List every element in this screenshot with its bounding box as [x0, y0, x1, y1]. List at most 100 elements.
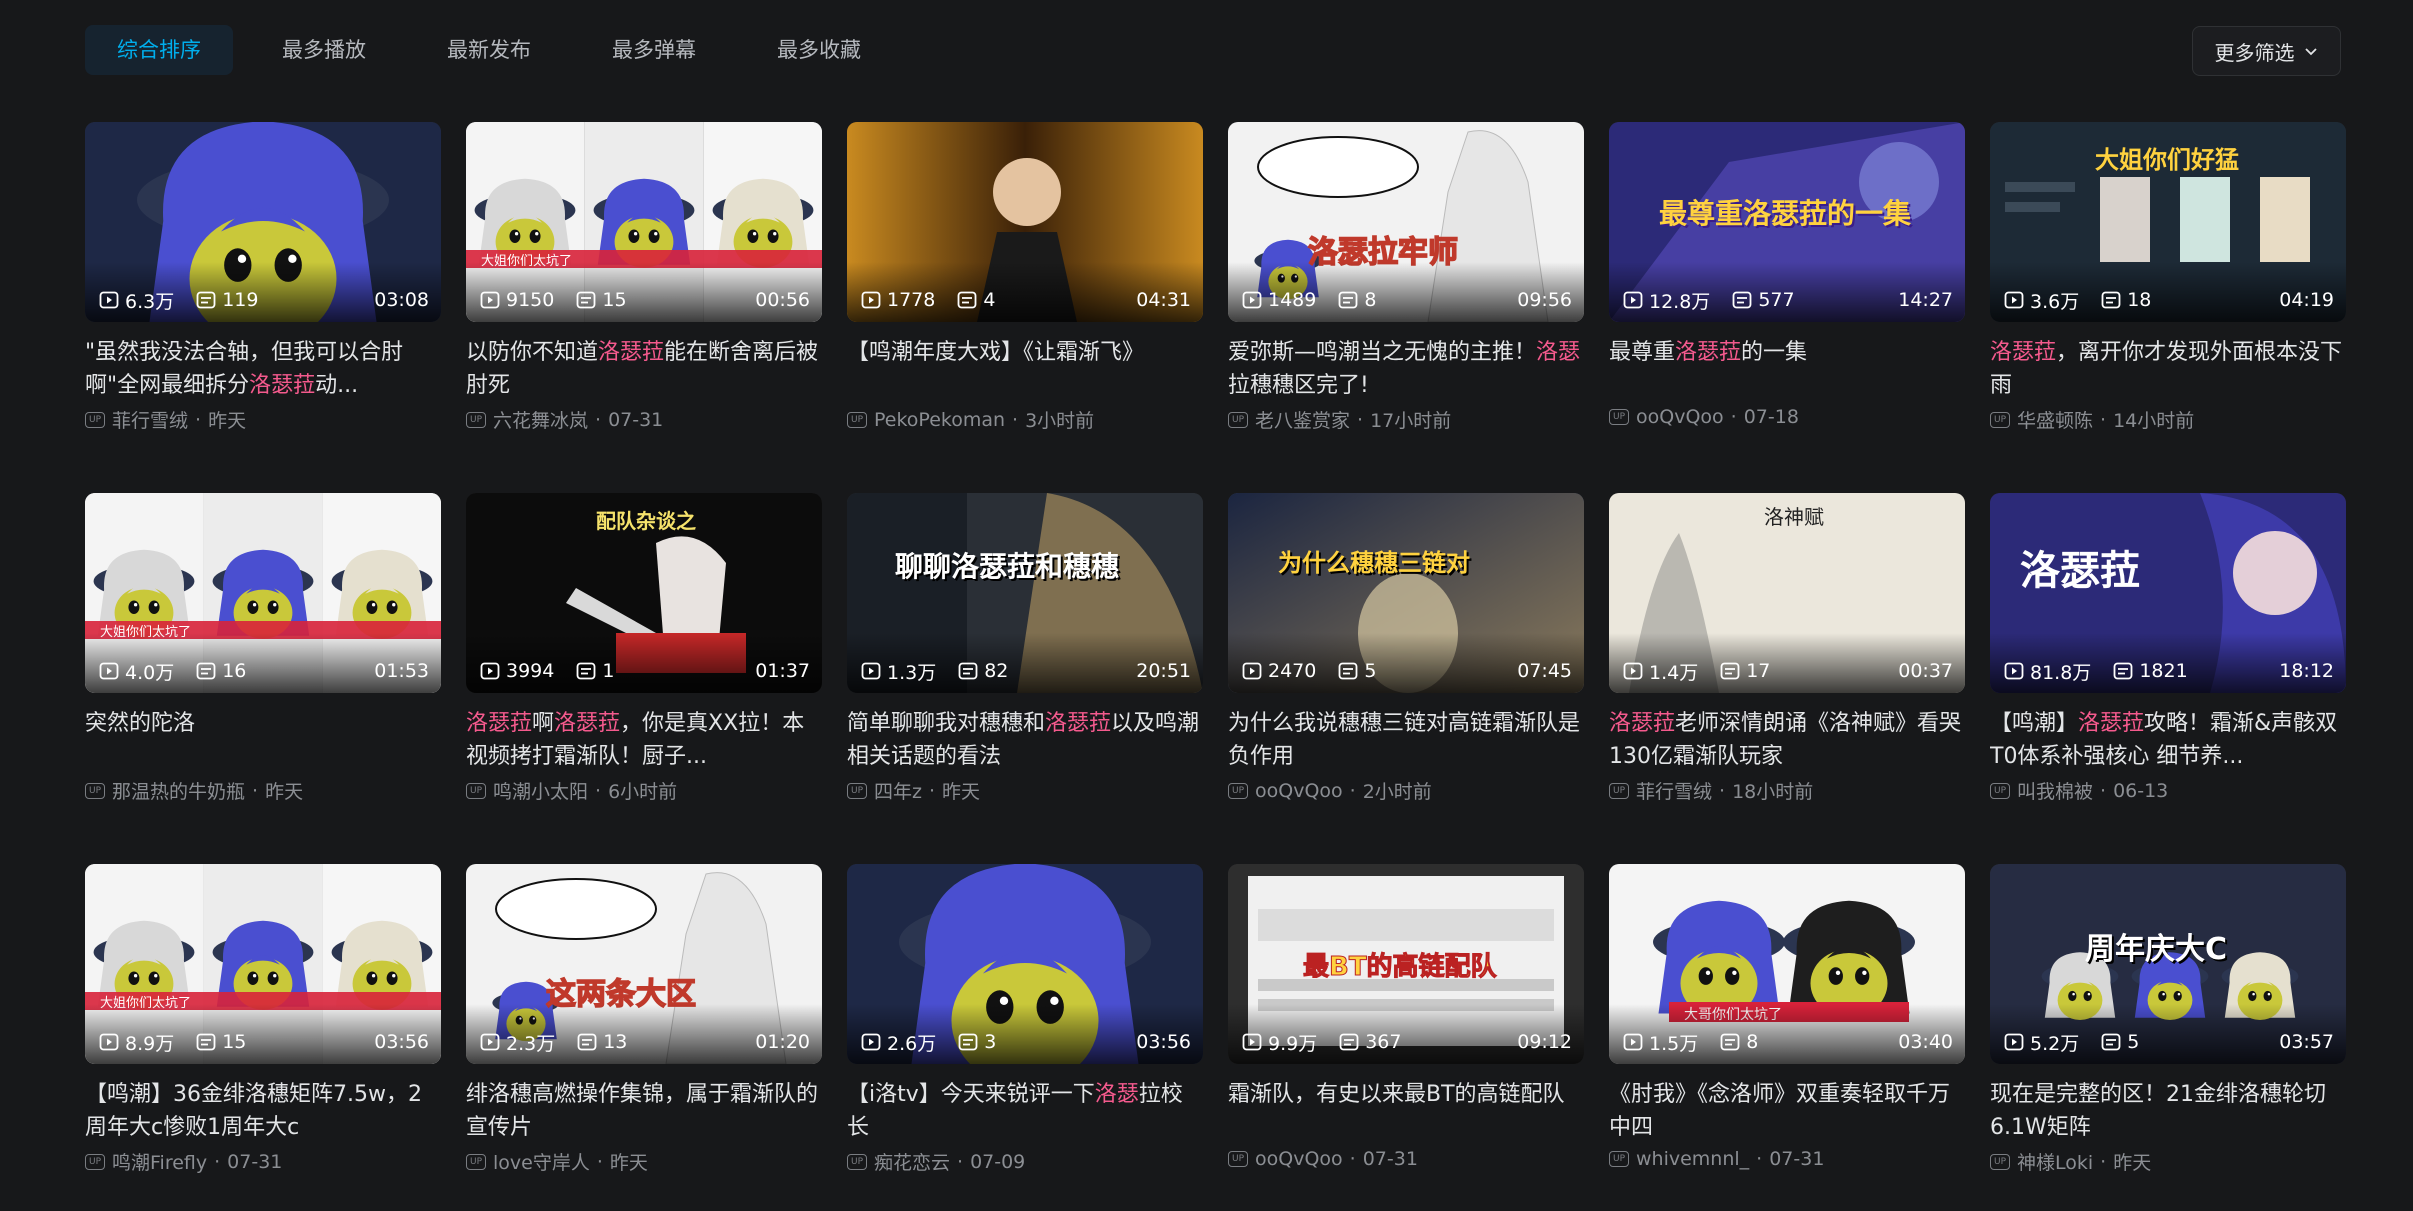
danmaku-count: 17: [1720, 660, 1770, 682]
video-card[interactable]: 6.3万 119 03:08 "虽然我没法合轴，但我可以合肘啊"全网最细拆分洛瑟…: [85, 122, 441, 493]
video-card[interactable]: 大姐你们太坑了 8.9万 15 03:56 【鸣潮】36金绯洛穗矩阵7.5w，2…: [85, 864, 441, 1211]
video-thumbnail[interactable]: 大哥你们太坑了 1.5万 8 03:40: [1609, 864, 1965, 1064]
video-card[interactable]: 为什么穗穗三链对 2470 5 07:45 为什么我说穗穗三链对高链霜渐队是负作…: [1228, 493, 1584, 864]
play-count-icon: [99, 291, 119, 309]
video-title[interactable]: 【鸣潮年度大戏】《让霜渐飞》: [847, 336, 1203, 402]
video-title[interactable]: 霜渐队，有史以来最BT的高链配队: [1228, 1078, 1584, 1144]
uploader-name[interactable]: 六花舞冰岚: [493, 406, 588, 433]
video-thumbnail[interactable]: 大姐你们太坑了 4.0万 16 01:53: [85, 493, 441, 693]
uploader-name[interactable]: ooQvQoo: [1255, 1148, 1343, 1170]
video-thumbnail[interactable]: 最尊重洛瑟菈的一集 12.8万 577 14:27: [1609, 122, 1965, 322]
separator-dot: ·: [1012, 408, 1019, 431]
video-title[interactable]: 洛瑟菈，离开你才发现外面根本没下雨: [1990, 336, 2346, 402]
uploader-name[interactable]: whivemnnl_: [1636, 1148, 1749, 1170]
uploader-name[interactable]: 菲行雪绒: [1636, 777, 1712, 804]
video-thumbnail[interactable]: 聊聊洛瑟菈和穗穗 1.3万 82 20:51: [847, 493, 1203, 693]
video-title[interactable]: 以防你不知道洛瑟菈能在断舍离后被肘死: [466, 336, 822, 402]
tab-most-danmaku[interactable]: 最多弹幕: [580, 25, 728, 75]
tab-most-played[interactable]: 最多播放: [250, 25, 398, 75]
video-thumbnail[interactable]: 1778 4 04:31: [847, 122, 1203, 322]
uploader-name[interactable]: 老八鉴赏家: [1255, 406, 1350, 433]
uploader-name[interactable]: 那温热的牛奶瓶: [112, 777, 245, 804]
video-title[interactable]: 【i洛tv】今天来锐评一下洛瑟拉校长: [847, 1078, 1203, 1144]
video-title[interactable]: 【鸣潮】洛瑟菈攻略！霜渐&声骸双T0体系补强核心 细节养...: [1990, 707, 2346, 773]
video-title[interactable]: 【鸣潮】36金绯洛穗矩阵7.5w，2周年大c惨败1周年大c: [85, 1078, 441, 1144]
video-title[interactable]: 绯洛穗高燃操作集锦，属于霜渐队的宣传片: [466, 1078, 822, 1144]
video-stats: 1.4万 17 00:37: [1623, 659, 1953, 684]
uploader-name[interactable]: 痴花恋云: [874, 1148, 950, 1175]
video-thumbnail[interactable]: 为什么穗穗三链对 2470 5 07:45: [1228, 493, 1584, 693]
uploader-name[interactable]: ooQvQoo: [1636, 406, 1724, 428]
video-card[interactable]: 洛瑟菈 81.8万 1821 18:12 【鸣潮】洛瑟菈攻略！霜渐&声骸双T0体…: [1990, 493, 2346, 864]
uploader-name[interactable]: 鸣潮小太阳: [493, 777, 588, 804]
video-title[interactable]: 突然的陀洛: [85, 707, 441, 773]
video-thumbnail[interactable]: 大姐你们太坑了 8.9万 15 03:56: [85, 864, 441, 1064]
video-card[interactable]: 大姐你们太坑了 9150 15 00:56 以防你不知道洛瑟菈能在断舍离后被肘死…: [466, 122, 822, 493]
uploader-name[interactable]: PekoPekoman: [874, 409, 1005, 431]
video-card[interactable]: 最BT的高链配队 9.9万 367 09:12 霜渐队，有史以来最BT的高链配队…: [1228, 864, 1584, 1211]
uploader-name[interactable]: ooQvQoo: [1255, 780, 1343, 802]
video-card[interactable]: 2.6万 3 03:56 【i洛tv】今天来锐评一下洛瑟拉校长 UP 痴花恋云 …: [847, 864, 1203, 1211]
thumbnail-caption: 大姐你们好猛: [2095, 146, 2239, 174]
uploader-name[interactable]: 鸣潮Firefly: [112, 1148, 207, 1175]
video-title[interactable]: 洛瑟菈老师深情朗诵《洛神赋》看哭130亿霜渐队玩家: [1609, 707, 1965, 773]
video-card[interactable]: 最尊重洛瑟菈的一集 12.8万 577 14:27 最尊重洛瑟菈的一集 UP o…: [1609, 122, 1965, 493]
play-count-value: 9.9万: [1268, 1032, 1318, 1055]
video-stats: 3994 1 01:37: [480, 659, 810, 683]
video-card[interactable]: 大姐你们太坑了 4.0万 16 01:53 突然的陀洛 UP 那温热的牛奶瓶 ·…: [85, 493, 441, 864]
uploader-name[interactable]: 神様Loki: [2017, 1148, 2093, 1175]
video-card[interactable]: 大姐你们好猛 3.6万 18 04:19 洛瑟菈，离开你才发现外面根本没下雨 U…: [1990, 122, 2346, 493]
video-thumbnail[interactable]: 洛神赋 1.4万 17 00:37: [1609, 493, 1965, 693]
video-thumbnail[interactable]: 洛瑟菈 81.8万 1821 18:12: [1990, 493, 2346, 693]
video-card[interactable]: 聊聊洛瑟菈和穗穗 1.3万 82 20:51 简单聊聊我对穗穗和洛瑟菈以及鸣潮相…: [847, 493, 1203, 864]
video-thumbnail[interactable]: 配队杂谈之 3994 1 01:37: [466, 493, 822, 693]
video-thumbnail[interactable]: 这两条大区 2.3万 13 01:20: [466, 864, 822, 1064]
video-thumbnail[interactable]: 6.3万 119 03:08: [85, 122, 441, 322]
separator-dot: ·: [1719, 779, 1726, 802]
uploader-name[interactable]: 四年z: [874, 777, 922, 804]
uploader-icon: UP: [1228, 411, 1248, 428]
tab-newest[interactable]: 最新发布: [415, 25, 563, 75]
video-thumbnail[interactable]: 大姐你们太坑了 9150 15 00:56: [466, 122, 822, 322]
video-thumbnail[interactable]: 2.6万 3 03:56: [847, 864, 1203, 1064]
video-thumbnail[interactable]: 洛瑟拉牢师 1489 8 09:56: [1228, 122, 1584, 322]
video-title[interactable]: 最尊重洛瑟菈的一集: [1609, 336, 1965, 402]
video-title[interactable]: 洛瑟菈啊洛瑟菈，你是真XX拉！本视频拷打霜渐队！厨子...: [466, 707, 822, 773]
danmaku-count: 18: [2101, 289, 2151, 311]
danmaku-count-value: 82: [984, 660, 1009, 682]
video-card[interactable]: 1778 4 04:31 【鸣潮年度大戏】《让霜渐飞》 UP PekoPekom…: [847, 122, 1203, 493]
uploader-name[interactable]: 菲行雪绒: [112, 406, 188, 433]
danmaku-count-value: 577: [1758, 289, 1795, 311]
video-thumbnail[interactable]: 大姐你们好猛 3.6万 18 04:19: [1990, 122, 2346, 322]
danmaku-count-icon: [957, 291, 977, 309]
more-filter-button[interactable]: 更多筛选: [2192, 26, 2341, 76]
video-meta: UP ooQvQoo · 2小时前: [1228, 777, 1584, 804]
video-card[interactable]: 这两条大区 2.3万 13 01:20 绯洛穗高燃操作集锦，属于霜渐队的宣传片 …: [466, 864, 822, 1211]
video-title[interactable]: 现在是完整的区！21金绯洛穗轮切6.1W矩阵: [1990, 1078, 2346, 1144]
video-thumbnail[interactable]: 周年庆大C 5.2万 5 03:57: [1990, 864, 2346, 1064]
video-card[interactable]: 大哥你们太坑了 1.5万 8 03:40 《肘我》《念洛师》双重奏轻取千万中四 …: [1609, 864, 1965, 1211]
video-stats: 1.3万 82 20:51: [861, 659, 1191, 684]
video-title[interactable]: 《肘我》《念洛师》双重奏轻取千万中四: [1609, 1078, 1965, 1144]
uploader-name[interactable]: 叫我棉被: [2017, 777, 2093, 804]
danmaku-count: 8: [1338, 289, 1376, 311]
video-title[interactable]: "虽然我没法合轴，但我可以合肘啊"全网最细拆分洛瑟菈动...: [85, 336, 441, 402]
thumbnail-caption: 最尊重洛瑟菈的一集: [1659, 197, 1912, 230]
video-title[interactable]: 爱弥斯—鸣潮当之无愧的主推！洛瑟拉穗穗区完了!: [1228, 336, 1584, 402]
uploader-name[interactable]: 华盛顿陈: [2017, 406, 2093, 433]
tab-comprehensive[interactable]: 综合排序: [85, 25, 233, 75]
video-card[interactable]: 洛神赋 1.4万 17 00:37 洛瑟菈老师深情朗诵《洛神赋》看哭130亿霜渐…: [1609, 493, 1965, 864]
play-count-icon: [480, 662, 500, 680]
video-card[interactable]: 周年庆大C 5.2万 5 03:57 现在是完整的区！21金绯洛穗轮切6.1W矩…: [1990, 864, 2346, 1211]
video-card[interactable]: 洛瑟拉牢师 1489 8 09:56 爱弥斯—鸣潮当之无愧的主推！洛瑟拉穗穗区完…: [1228, 122, 1584, 493]
video-thumbnail[interactable]: 最BT的高链配队 9.9万 367 09:12: [1228, 864, 1584, 1064]
video-card[interactable]: 配队杂谈之 3994 1 01:37 洛瑟菈啊洛瑟菈，你是真XX拉！本视频拷打霜…: [466, 493, 822, 864]
uploader-name[interactable]: love守岸人: [493, 1148, 590, 1175]
uploader-icon: UP: [1228, 1151, 1248, 1167]
video-title[interactable]: 为什么我说穗穗三链对高链霜渐队是负作用: [1228, 707, 1584, 773]
tab-most-favorited[interactable]: 最多收藏: [745, 25, 893, 75]
video-title[interactable]: 简单聊聊我对穗穗和洛瑟菈以及鸣潮相关话题的看法: [847, 707, 1203, 773]
title-text: 简单聊聊我对穗穗和: [847, 711, 1046, 736]
uploader-icon: UP: [466, 411, 486, 428]
danmaku-count-icon: [196, 662, 216, 680]
